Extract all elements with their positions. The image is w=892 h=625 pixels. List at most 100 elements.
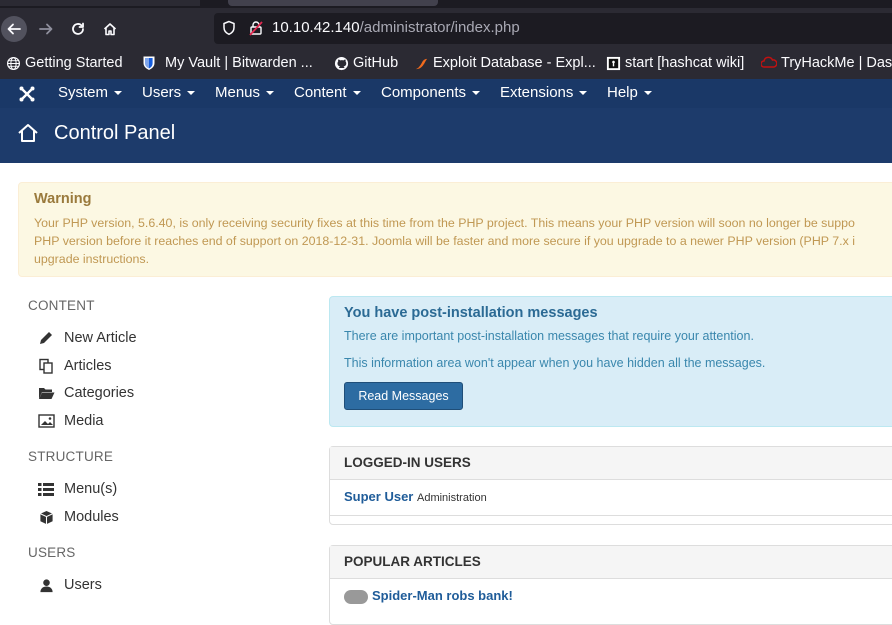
bookmarks-bar: Getting Started My Vault | Bitwarden ...… <box>0 49 892 79</box>
menu-label: Users <box>142 84 182 101</box>
reload-button[interactable] <box>65 16 91 42</box>
bookmark-label: start [hashcat wiki] <box>625 55 745 71</box>
bookmark-label: GitHub <box>353 55 399 71</box>
read-messages-button[interactable]: Read Messages <box>344 382 463 410</box>
sidebar-item-new-article[interactable]: New Article <box>37 330 137 346</box>
tryhackme-icon <box>761 55 777 71</box>
image-icon <box>37 413 55 429</box>
insecure-lock-icon[interactable] <box>248 20 264 41</box>
menu-label: Components <box>381 84 467 101</box>
sidebar-item-label: Menu(s) <box>64 481 118 497</box>
bookmark-label: Exploit Database - Expl... <box>433 55 596 71</box>
sidebar-item-label: Categories <box>64 385 135 401</box>
copy-icon <box>37 358 55 374</box>
warning-text-line: upgrade instructions. <box>34 252 150 266</box>
joomla-logo-icon[interactable] <box>18 85 36 107</box>
php-version-warning: Warning Your PHP version, 5.6.40, is onl… <box>18 182 892 277</box>
bookmark-exploit-db[interactable]: Exploit Database - Expl... <box>413 55 596 71</box>
url-text[interactable]: 10.10.42.140/administrator/index.php <box>272 19 520 36</box>
github-icon <box>333 55 349 71</box>
reload-icon <box>72 22 84 35</box>
menu-extensions[interactable]: Extensions <box>500 84 588 101</box>
sidebar-item-articles[interactable]: Articles <box>37 358 112 374</box>
menu-system[interactable]: System <box>58 84 123 101</box>
bookmark-getting-started[interactable]: Getting Started <box>5 55 123 71</box>
browser-tab[interactable] <box>0 0 200 6</box>
popular-articles-panel: POPULAR ARTICLES Spider-Man robs bank! <box>329 545 892 625</box>
bookmark-label: TryHackMe | Das <box>781 55 892 71</box>
folder-open-icon <box>37 385 55 401</box>
menu-users[interactable]: Users <box>142 84 196 101</box>
sidebar-item-label: Media <box>64 413 104 429</box>
table-row: Super User Administration <box>344 489 487 504</box>
sidebar-heading-structure: STRUCTURE <box>28 449 114 464</box>
page-title: Control Panel <box>54 122 176 144</box>
sidebar-heading-users: USERS <box>28 545 76 560</box>
warning-title: Warning <box>34 191 92 207</box>
user-area: Administration <box>417 492 487 504</box>
caret-down-icon <box>352 91 361 96</box>
bitwarden-shield-icon <box>141 55 157 71</box>
home-button[interactable] <box>97 16 123 42</box>
arrow-left-icon <box>7 23 21 35</box>
browser-tab-strip <box>0 0 892 8</box>
url-host: 10.10.42.140 <box>272 19 360 36</box>
bookmark-hashcat[interactable]: start [hashcat wiki] <box>605 55 744 71</box>
menu-menus[interactable]: Menus <box>215 84 275 101</box>
browser-toolbar: 10.10.42.140/administrator/index.php <box>0 8 892 49</box>
warning-text-line: Your PHP version, 5.6.40, is only receiv… <box>34 216 855 230</box>
divider <box>330 515 892 516</box>
logged-in-users-panel: LOGGED-IN USERS Super User Administratio… <box>329 446 892 525</box>
menu-label: Help <box>607 84 638 101</box>
menu-label: Menus <box>215 84 261 101</box>
post-installation-messages: You have post-installation messages Ther… <box>329 296 892 427</box>
browser-tab-active[interactable] <box>228 0 438 6</box>
hits-badge <box>344 589 368 604</box>
sidebar-item-label: Modules <box>64 509 119 525</box>
globe-icon <box>5 55 21 71</box>
panel-heading: LOGGED-IN USERS <box>330 447 892 480</box>
user-link[interactable]: Super User <box>344 489 413 504</box>
postinstall-text: This information area won't appear when … <box>344 356 766 370</box>
exploit-db-icon <box>413 55 429 71</box>
postinstall-title: You have post-installation messages <box>344 305 598 321</box>
bookmark-label: Getting Started <box>25 55 123 71</box>
bookmark-label: My Vault | Bitwarden ... <box>165 55 313 71</box>
forward-button[interactable] <box>33 16 59 42</box>
sidebar-item-categories[interactable]: Categories <box>37 385 134 401</box>
menu-label: Content <box>294 84 347 101</box>
page-header: Control Panel <box>0 108 892 163</box>
menu-label: System <box>58 84 109 101</box>
menu-label: Extensions <box>500 84 574 101</box>
user-icon <box>37 577 55 593</box>
arrow-right-icon <box>39 23 53 35</box>
home-icon <box>17 123 39 148</box>
home-icon <box>103 23 117 36</box>
menu-content[interactable]: Content <box>294 84 361 101</box>
warning-text-line: PHP version before it reaches end of sup… <box>34 234 855 248</box>
hashcat-icon <box>605 55 621 71</box>
sidebar-item-label: Users <box>64 577 102 593</box>
sidebar-heading-content: CONTENT <box>28 298 95 313</box>
sidebar-item-media[interactable]: Media <box>37 413 104 429</box>
sidebar-item-modules[interactable]: Modules <box>37 509 119 525</box>
bookmark-bitwarden[interactable]: My Vault | Bitwarden ... <box>141 55 313 71</box>
back-button[interactable] <box>1 16 27 42</box>
menu-components[interactable]: Components <box>381 84 481 101</box>
bookmark-tryhackme[interactable]: TryHackMe | Das <box>761 55 892 71</box>
cube-icon <box>37 509 55 525</box>
sidebar-item-users[interactable]: Users <box>37 577 102 593</box>
sidebar-item-label: New Article <box>64 330 137 346</box>
postinstall-text: There are important post-installation me… <box>344 329 754 343</box>
menu-help[interactable]: Help <box>607 84 652 101</box>
tracking-shield-icon[interactable] <box>222 20 236 41</box>
address-bar[interactable]: 10.10.42.140/administrator/index.php <box>214 13 892 44</box>
sidebar-item-label: Articles <box>64 358 112 374</box>
sidebar-item-menus[interactable]: Menu(s) <box>37 481 117 497</box>
caret-down-icon <box>472 91 481 96</box>
caret-down-icon <box>579 91 588 96</box>
bookmark-github[interactable]: GitHub <box>333 55 398 71</box>
caret-down-icon <box>114 91 123 96</box>
panel-heading: POPULAR ARTICLES <box>330 546 892 579</box>
list-icon <box>37 481 55 497</box>
